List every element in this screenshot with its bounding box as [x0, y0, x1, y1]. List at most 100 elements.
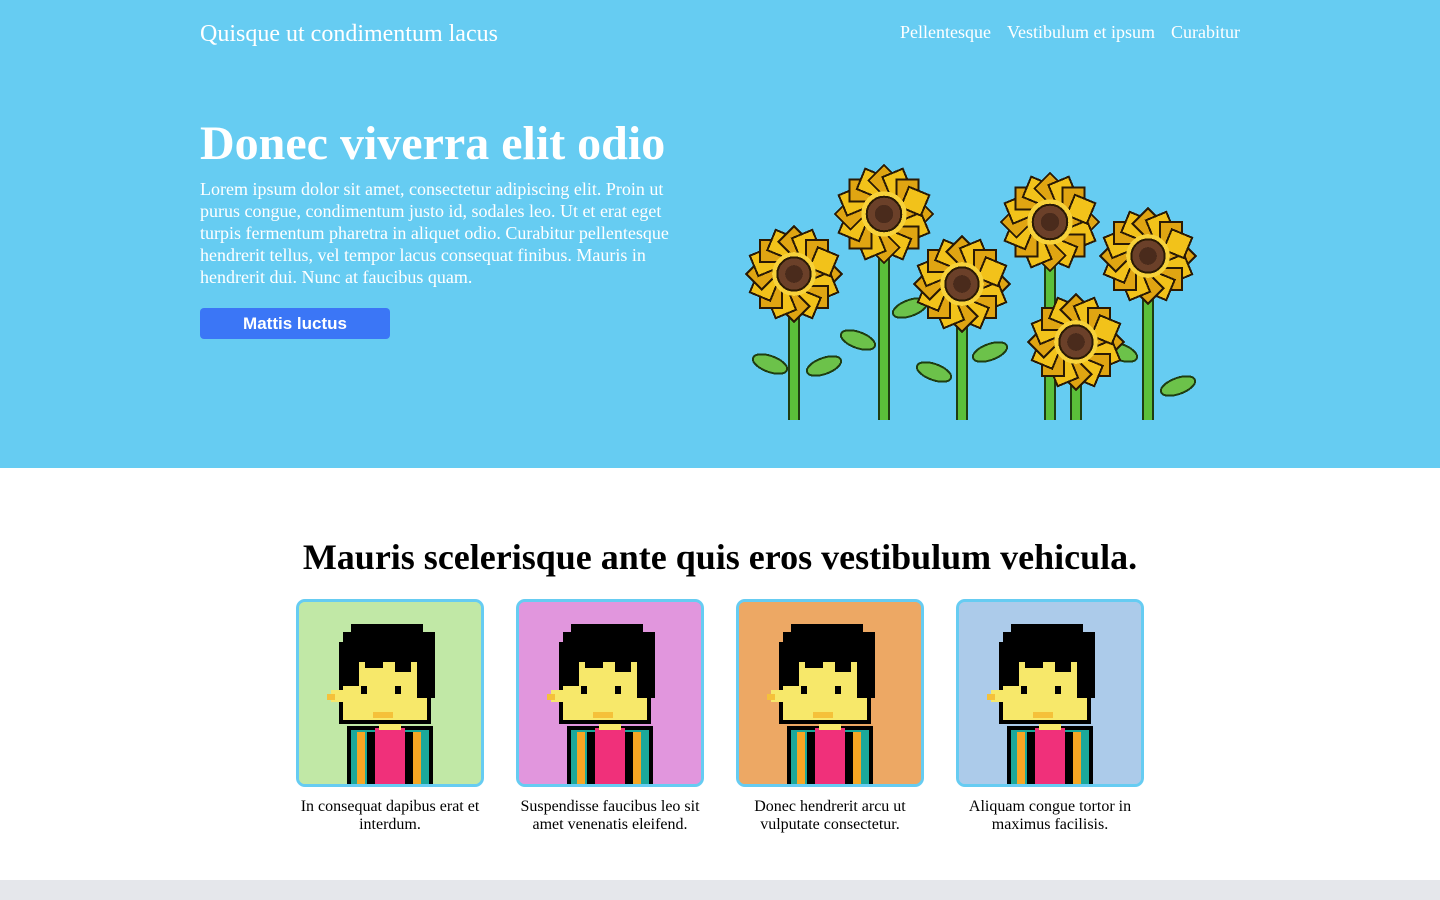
- sunflower-head: [912, 234, 1012, 334]
- leaf: [839, 329, 877, 351]
- flower-seeds: [1040, 212, 1060, 232]
- card-image-frame: [736, 599, 924, 787]
- leaf: [805, 355, 843, 377]
- avatar-jacket-stripe: [1017, 732, 1025, 784]
- card-caption: Donec hendrerit arcu ut vulputate consec…: [754, 798, 906, 833]
- avatar-eye: [615, 686, 621, 694]
- leaf: [971, 341, 1009, 363]
- hero-text: Lorem ipsum dolor sit amet, consectetur …: [200, 179, 669, 287]
- avatar-hair: [999, 642, 1019, 686]
- avatar-hair: [395, 658, 411, 672]
- avatar-eye: [581, 686, 587, 694]
- avatar-jacket-stripe: [1027, 732, 1035, 784]
- avatar-jacket-stripe: [587, 732, 595, 784]
- avatar-jacket-stripe: [845, 732, 853, 784]
- card-caption: Suspendisse faucibus leo sit amet venena…: [520, 798, 700, 833]
- sunflower-head: [999, 171, 1101, 273]
- avatar-jacket-stripe: [633, 732, 641, 784]
- flower-seeds: [953, 275, 971, 293]
- avatar-jacket-stripe: [357, 732, 365, 784]
- nav-link-curabitur[interactable]: Curabitur: [1171, 20, 1240, 44]
- avatar-shirt: [375, 728, 405, 784]
- avatar-ear: [327, 694, 335, 700]
- avatar-hair: [585, 658, 603, 668]
- avatar-shirt: [1035, 728, 1065, 784]
- avatar-shirt: [595, 728, 625, 784]
- section-heading: Mauris scelerisque ante quis eros vestib…: [302, 537, 1138, 577]
- card: Donec hendrerit arcu ut vulputate consec…: [736, 599, 924, 834]
- avatar-hair: [805, 658, 823, 668]
- avatar-hair: [1055, 658, 1071, 672]
- hero-heading: Donec viverra elit odio: [200, 117, 666, 170]
- card-caption: Aliquam congue tortor in maximus facilis…: [968, 798, 1132, 833]
- card-image-frame: [956, 599, 1144, 787]
- avatar-hair: [615, 658, 631, 672]
- card-caption: In consequat dapibus erat et interdum.: [300, 798, 480, 833]
- avatar-mouth: [593, 712, 613, 718]
- avatar-hair: [857, 642, 875, 698]
- avatar-ear: [767, 694, 775, 700]
- avatar-eye: [835, 686, 841, 694]
- flower-seeds: [785, 265, 803, 283]
- avatar-jacket-stripe: [1073, 732, 1081, 784]
- avatar-hair: [637, 642, 655, 698]
- card-image-frame: [296, 599, 484, 787]
- card: In consequat dapibus erat et interdum.: [296, 599, 484, 834]
- sunflower-head: [833, 163, 935, 265]
- avatar-eye: [1021, 686, 1027, 694]
- avatar-mouth: [813, 712, 833, 718]
- avatar-hair: [417, 642, 435, 698]
- avatar-eye: [1055, 686, 1061, 694]
- avatar-image: [299, 602, 481, 784]
- hero-section: Quisque ut condimentum lacus Pellentesqu…: [0, 0, 1440, 468]
- flower-seeds: [1067, 333, 1085, 351]
- avatar-hair: [1077, 642, 1095, 698]
- avatar-image: [519, 602, 701, 784]
- avatar-hair: [791, 624, 863, 636]
- avatar-hair: [559, 642, 579, 686]
- leaf: [751, 353, 789, 375]
- sunflower-head: [1026, 292, 1126, 392]
- avatar-jacket-stripe: [1065, 732, 1073, 784]
- sunflower-head: [1098, 206, 1198, 306]
- flower-seeds: [1139, 247, 1157, 265]
- sunflower-head: [744, 224, 844, 324]
- avatar-ear: [547, 694, 555, 700]
- avatar-mouth: [1033, 712, 1053, 718]
- avatar-image: [739, 602, 921, 784]
- main-nav: Pellentesque Vestibulum et ipsum Curabit…: [900, 20, 1240, 44]
- sunflowers-image: [744, 163, 1198, 420]
- avatar-hair: [835, 658, 851, 672]
- nav-link-pellentesque[interactable]: Pellentesque: [900, 20, 991, 44]
- site-title[interactable]: Quisque ut condimentum lacus: [200, 18, 498, 50]
- avatar-shirt: [815, 728, 845, 784]
- leaf: [1159, 375, 1197, 397]
- avatar-hair: [571, 624, 643, 636]
- nav-link-vestibulum[interactable]: Vestibulum et ipsum: [1007, 20, 1155, 44]
- avatar-hair: [339, 642, 359, 686]
- avatar-eye: [395, 686, 401, 694]
- avatar-jacket-stripe: [807, 732, 815, 784]
- card: Aliquam congue tortor in maximus facilis…: [956, 599, 1144, 834]
- cta-button[interactable]: Mattis luctus: [200, 308, 390, 339]
- avatar-jacket-stripe: [413, 732, 421, 784]
- avatar-eye: [801, 686, 807, 694]
- avatar-jacket-stripe: [797, 732, 805, 784]
- card-image-frame: [516, 599, 704, 787]
- avatar-hair: [365, 658, 383, 668]
- avatar-hair: [351, 624, 423, 636]
- footer-band: [0, 880, 1440, 900]
- leaf: [915, 361, 953, 383]
- avatar-jacket-stripe: [577, 732, 585, 784]
- avatar-jacket-stripe: [853, 732, 861, 784]
- avatar-mouth: [373, 712, 393, 718]
- avatar-image: [959, 602, 1141, 784]
- avatar-hair: [1025, 658, 1043, 668]
- avatar-hair: [1011, 624, 1083, 636]
- avatar-jacket-stripe: [367, 732, 375, 784]
- avatar-jacket-stripe: [405, 732, 413, 784]
- avatar-jacket-stripe: [625, 732, 633, 784]
- avatar-ear: [987, 694, 995, 700]
- flower-seeds: [874, 204, 894, 224]
- avatar-hair: [779, 642, 799, 686]
